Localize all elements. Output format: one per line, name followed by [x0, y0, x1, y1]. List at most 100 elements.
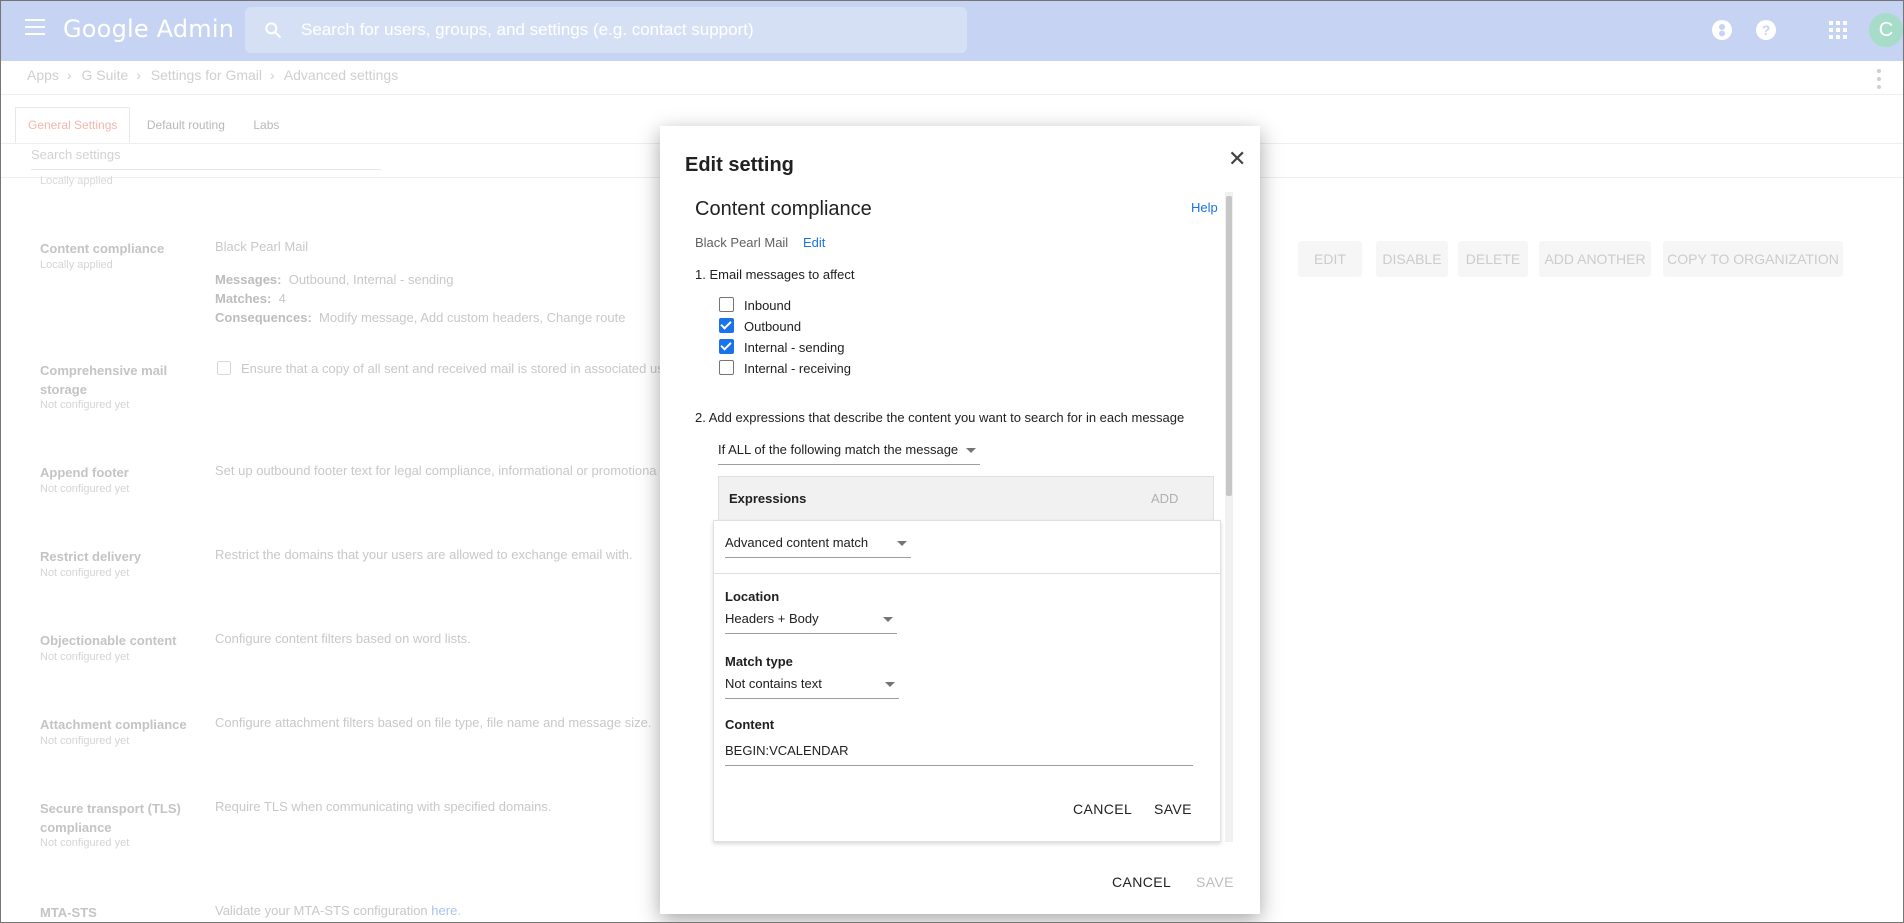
match-type-label: Match type [725, 654, 793, 669]
internal-sending-checkbox[interactable] [719, 339, 734, 355]
content-input[interactable]: BEGIN:VCALENDAR [725, 743, 1193, 766]
mta-sts-link[interactable]: here [431, 903, 457, 918]
matches-value: 4 [278, 291, 286, 306]
content-label: Content [725, 717, 775, 732]
expression-cancel-button[interactable]: CANCEL [1073, 801, 1132, 817]
inbound-label: Inbound [744, 298, 791, 313]
setting-org: Black Pearl Mail [215, 239, 309, 254]
mail-storage-checkbox[interactable] [217, 361, 231, 375]
edit-button[interactable]: EDIT [1298, 241, 1362, 277]
match-type-value: Not contains text [725, 676, 822, 691]
svg-text:?: ? [1762, 22, 1771, 38]
setting-description: Restrict the domains that your users are… [215, 547, 633, 562]
expression-save-button[interactable]: SAVE [1154, 801, 1192, 817]
expression-type-dropdown[interactable]: Advanced content match [725, 535, 911, 558]
disable-button[interactable]: DISABLE [1376, 241, 1448, 277]
search-placeholder: Search for users, groups, and settings (… [301, 20, 754, 39]
expression-editor-card: Advanced content match Location Headers … [713, 520, 1221, 842]
edit-setting-dialog: Edit setting ✕ Content compliance Help B… [660, 126, 1260, 914]
setting-title[interactable]: Append footer [40, 463, 129, 482]
match-type-dropdown[interactable]: Not contains text [725, 676, 899, 699]
tab-general-settings[interactable]: General Settings [15, 107, 131, 143]
consequences-label: Consequences: [215, 310, 312, 325]
admin-window: Google Admin Search for users, groups, a… [0, 0, 1904, 923]
tab-bar: General Settings Default routing Labs [15, 107, 291, 143]
expressions-label: Expressions [729, 491, 807, 506]
step-1-label: 1. Email messages to affect [695, 267, 855, 282]
setting-status: Not configured yet [40, 567, 130, 579]
expression-type-value: Advanced content match [725, 535, 869, 550]
org-name: Black Pearl Mail [695, 235, 789, 250]
outbound-checkbox[interactable] [719, 318, 734, 334]
dialog-title: Edit setting [685, 154, 794, 176]
setting-description: Validate your MTA-STS configuration here… [215, 903, 461, 918]
add-another-button[interactable]: ADD ANOTHER [1539, 241, 1651, 277]
setting-description: Ensure that a copy of all sent and recei… [241, 361, 664, 376]
copy-to-organization-button[interactable]: COPY TO ORGANIZATION [1663, 241, 1843, 277]
chevron-down-icon [885, 682, 895, 687]
location-dropdown[interactable]: Headers + Body [725, 611, 897, 634]
menu-icon[interactable] [25, 19, 45, 35]
location-label: Location [725, 589, 780, 604]
app-brand[interactable]: Google Admin [63, 15, 234, 43]
close-icon[interactable]: ✕ [1228, 146, 1246, 172]
setting-title[interactable]: MTA-STS [40, 903, 97, 922]
step-2-label: 2. Add expressions that describe the con… [695, 410, 1185, 425]
scrollbar-thumb[interactable] [1226, 196, 1232, 496]
setting-status: Locally applied [40, 259, 113, 271]
setting-title[interactable]: Content compliance [40, 239, 164, 258]
search-icon [265, 22, 282, 39]
status-text: Locally applied [40, 175, 113, 187]
consequences-value: Modify message, Add custom headers, Chan… [319, 310, 626, 325]
more-vert-icon[interactable] [1877, 69, 1881, 89]
setting-title[interactable]: Comprehensive mail storage [40, 361, 190, 399]
setting-description: Require TLS when communicating with spec… [215, 799, 552, 814]
setting-status: Not configured yet [40, 483, 130, 495]
setting-status: Not configured yet [40, 399, 130, 411]
setting-status: Not configured yet [40, 651, 130, 663]
delete-button[interactable]: DELETE [1458, 241, 1528, 277]
section-title: Content compliance [695, 198, 872, 220]
setting-description: Configure content filters based on word … [215, 631, 471, 646]
setting-title[interactable]: Restrict delivery [40, 547, 141, 566]
breadcrumb-apps[interactable]: Apps [27, 67, 59, 83]
dialog-cancel-button[interactable]: CANCEL [1112, 874, 1171, 890]
setting-description: Set up outbound footer text for legal co… [215, 463, 657, 478]
setting-status: Not configured yet [40, 837, 130, 849]
add-expression-button[interactable]: ADD [1151, 491, 1178, 506]
setting-consequences: Consequences: Modify message, Add custom… [215, 310, 625, 325]
breadcrumb-gmail[interactable]: Settings for Gmail [151, 67, 262, 83]
top-bar: Google Admin Search for users, groups, a… [1, 1, 1903, 61]
location-value: Headers + Body [725, 611, 819, 626]
breadcrumb-advanced: Advanced settings [283, 67, 399, 83]
internal-receiving-checkbox-row[interactable]: Internal - receiving [719, 360, 851, 379]
outbound-checkbox-row[interactable]: Outbound [719, 318, 801, 337]
support-icon[interactable] [1710, 18, 1734, 42]
setting-title[interactable]: Secure transport (TLS) compliance [40, 799, 200, 837]
messages-label: Messages: [215, 272, 282, 287]
settings-search-input[interactable]: Search settings [31, 147, 381, 170]
breadcrumb-gsuite[interactable]: G Suite [81, 67, 128, 83]
setting-matches: Matches: 4 [215, 291, 286, 306]
tab-labs[interactable]: Labs [241, 108, 291, 142]
match-mode-dropdown[interactable]: If ALL of the following match the messag… [718, 442, 980, 465]
inbound-checkbox-row[interactable]: Inbound [719, 297, 791, 316]
avatar[interactable]: C [1869, 13, 1903, 47]
help-link[interactable]: Help [1191, 200, 1218, 215]
help-icon[interactable]: ? [1754, 18, 1778, 42]
chevron-down-icon [966, 448, 976, 453]
setting-title[interactable]: Objectionable content [40, 631, 177, 650]
setting-title[interactable]: Attachment compliance [40, 715, 187, 734]
inbound-checkbox[interactable] [719, 297, 734, 313]
dialog-save-button[interactable]: SAVE [1196, 874, 1234, 890]
apps-grid-icon[interactable] [1826, 18, 1850, 42]
org-edit-link[interactable]: Edit [803, 235, 825, 250]
tab-default-routing[interactable]: Default routing [135, 108, 237, 142]
chevron-down-icon [883, 617, 893, 622]
matches-label: Matches: [215, 291, 272, 306]
internal-sending-checkbox-row[interactable]: Internal - sending [719, 339, 844, 358]
setting-messages: Messages: Outbound, Internal - sending [215, 272, 454, 287]
global-search-input[interactable]: Search for users, groups, and settings (… [245, 7, 967, 53]
internal-receiving-checkbox[interactable] [719, 360, 734, 376]
breadcrumb: Apps › G Suite › Settings for Gmail › Advan… [27, 67, 399, 83]
